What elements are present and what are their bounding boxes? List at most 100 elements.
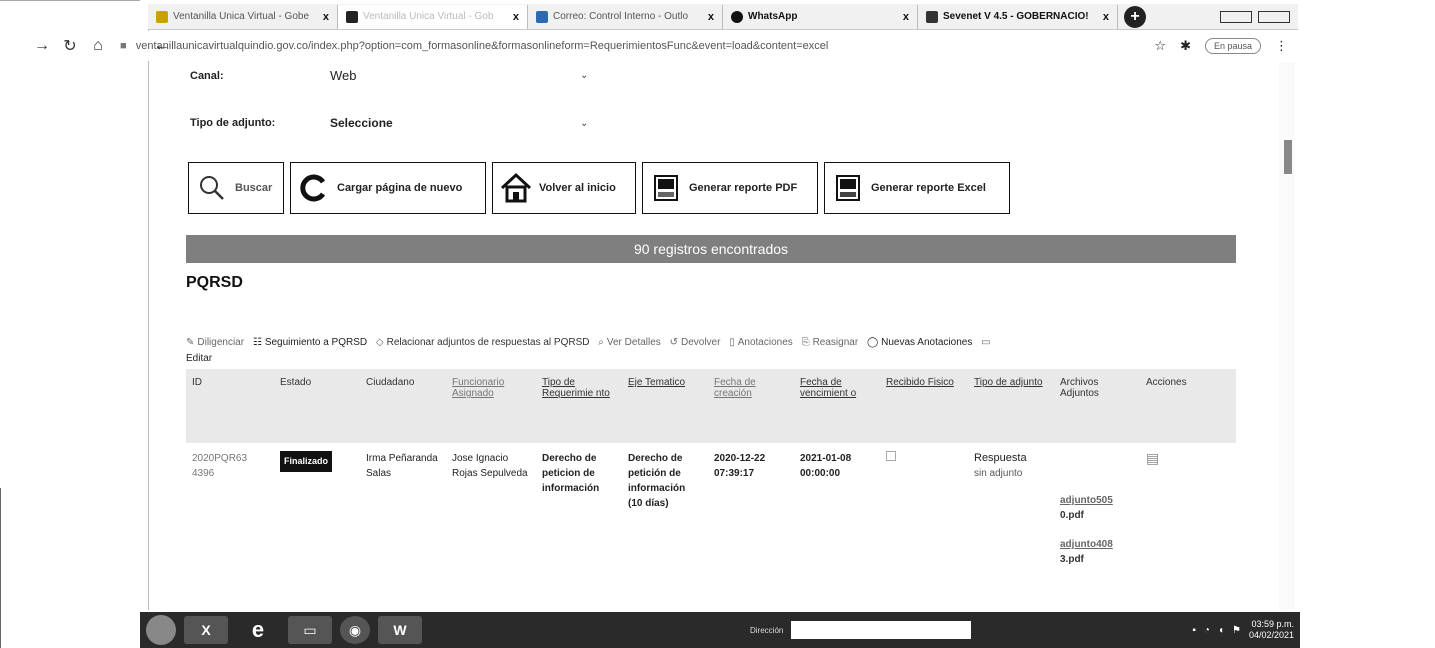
tool-seguimiento[interactable]: ☷ Seguimiento a PQRSD [253, 337, 367, 348]
attachment-link-ext[interactable]: 0.pdf [1060, 508, 1134, 523]
forward-arrow-icon[interactable]: → [28, 37, 56, 55]
tool-label: Relacionar adjuntos de respuestas al PQR… [386, 337, 590, 348]
sync-paused-button[interactable]: En pausa [1204, 38, 1261, 54]
col-id: ID [186, 369, 274, 443]
outlook-favicon-icon [536, 10, 548, 23]
adjunto-label: Tipo de adjunto: [190, 117, 276, 129]
tool-label: Anotaciones [737, 337, 793, 348]
col-ciudadano: Ciudadano [360, 369, 446, 443]
col-funcionario[interactable]: Funcionario Asignado [446, 369, 536, 443]
tab-title: WhatsApp [748, 11, 798, 22]
windows-taskbar: X e ▭ ◉ W Dirección ▪ ◔ ◖ ⚑ 03:59 p.m. 0… [140, 612, 1300, 648]
col-tipo-adjunto[interactable]: Tipo de adjunto [968, 369, 1054, 443]
flag-icon[interactable]: ⚑ [1232, 625, 1241, 636]
col-eje-tematico[interactable]: Eje Tematico [622, 369, 708, 443]
table-row[interactable]: 2020PQR63 4396 Finalizado Irma Peñaranda… [186, 443, 1236, 589]
tool-editar[interactable]: Editar [186, 353, 212, 364]
direccion-label: Dirección [750, 625, 784, 635]
view-document-icon[interactable]: ▤ [1146, 450, 1159, 466]
col-recibido-fisico[interactable]: Recibido Fisico [880, 369, 968, 443]
scrollbar-thumb[interactable] [1284, 140, 1292, 174]
network-icon[interactable]: ▪ [1192, 625, 1196, 636]
col-archivos-adjuntos: Archivos Adjuntos [1054, 369, 1140, 443]
col-acciones: Acciones [1140, 369, 1236, 443]
tool-diligenciar[interactable]: ✎ Diligenciar [186, 337, 244, 348]
whatsapp-favicon-icon [731, 10, 743, 23]
col-fecha-creacion[interactable]: Fecha de creación [708, 369, 794, 443]
tool-ver-detalles[interactable]: ⌕ Ver Detalles [598, 337, 661, 348]
tool-label: Ver Detalles [606, 337, 661, 348]
new-tab-button[interactable]: + [1124, 5, 1146, 28]
home-icon[interactable]: ⌂ [84, 37, 112, 55]
table-header-row: ID Estado Ciudadano Funcionario Asignado… [186, 369, 1236, 443]
browser-tab-5[interactable]: Sevenet V 4.5 - GOBERNACIO! x [918, 4, 1118, 29]
tab-title: Correo: Control Interno - Outlo [553, 11, 689, 22]
browser-tab-3[interactable]: Correo: Control Interno - Outlo x [528, 4, 723, 29]
url-text: ventanillaunicavirtualquindio.gov.co/ind… [135, 40, 829, 52]
tool-reasignar[interactable]: ⎘ Reasignar [802, 337, 859, 348]
tool-editar-icon-wrap[interactable]: ▭ [981, 337, 993, 348]
word-taskbar-icon[interactable]: W [378, 616, 422, 644]
adjunto-row: Tipo de adjunto: Seleccione ⌄ [190, 116, 588, 130]
pqrsd-table: ID Estado Ciudadano Funcionario Asignado… [186, 369, 1236, 589]
reload-icon[interactable]: ↻ [56, 36, 84, 56]
cell-acciones: ▤ [1140, 443, 1236, 589]
chevron-down-icon[interactable]: ⌄ [580, 70, 588, 81]
recibido-checkbox[interactable] [886, 451, 896, 461]
close-icon[interactable]: x [1103, 11, 1109, 23]
maximize-button[interactable] [1258, 10, 1290, 23]
attachment-link[interactable]: adjunto505 [1060, 493, 1134, 508]
attachment-link[interactable]: adjunto408 [1060, 537, 1134, 552]
browser-tab-2[interactable]: Ventanilla Única Virtual - Gob x [338, 4, 528, 29]
record-actions-toolbar: ✎ Diligenciar ☷ Seguimiento a PQRSD ◇ Relac… [186, 335, 1246, 367]
minimize-button[interactable] [1220, 10, 1252, 23]
excel-taskbar-icon[interactable]: X [184, 616, 228, 644]
folder-taskbar-icon[interactable]: ▭ [288, 616, 332, 644]
reload-icon [297, 171, 331, 205]
tool-label: Reasignar [812, 337, 859, 348]
col-tipo-requerimiento[interactable]: Tipo de Requerimie nto [536, 369, 622, 443]
reload-page-button[interactable]: Cargar página de nuevo [290, 162, 486, 214]
pdf-report-button[interactable]: Generar reporte PDF [642, 162, 818, 214]
sync-icon[interactable]: ◔ [1204, 625, 1210, 636]
tab-title: Sevenet V 4.5 - GOBERNACIO! [943, 11, 1089, 22]
address-bar[interactable]: ■ ventanillaunicavirtualquindio.gov.co/i… [120, 40, 1154, 52]
browser-tab-1[interactable]: Ventanilla Única Virtual - Gobe x [148, 4, 338, 29]
start-button[interactable] [146, 615, 176, 645]
action-buttons: Buscar Cargar página de nuevo Volver al … [188, 162, 1010, 214]
search-icon [195, 171, 229, 205]
star-icon[interactable]: ☆ [1154, 38, 1166, 54]
cell-estado: Finalizado [274, 443, 360, 589]
chrome-taskbar-icon[interactable]: ◉ [340, 616, 370, 644]
attachment-link-ext[interactable]: 3.pdf [1060, 552, 1134, 567]
chevron-down-icon[interactable]: ⌄ [580, 118, 588, 129]
buscar-button[interactable]: Buscar [188, 162, 284, 214]
return-icon: ↺ [669, 337, 678, 348]
page-content: Canal: Web ⌄ Tipo de adjunto: Seleccione… [148, 62, 1278, 610]
close-icon[interactable]: x [708, 11, 714, 23]
browser-tab-4[interactable]: WhatsApp x [723, 4, 918, 29]
close-icon[interactable]: x [323, 11, 329, 23]
col-fecha-vencimiento[interactable]: Fecha de vencimient o [794, 369, 880, 443]
close-icon[interactable]: x [903, 11, 909, 23]
back-arrow-icon[interactable]: ← [148, 37, 176, 55]
tool-nuevas-anotaciones[interactable]: ◯ Nuevas Anotaciones [867, 337, 972, 348]
clock[interactable]: 03:59 p.m. 04/02/2021 [1249, 619, 1294, 641]
excel-label: Generar reporte Excel [871, 182, 986, 194]
excel-report-button[interactable]: Generar reporte Excel [824, 162, 1010, 214]
add-note-icon: ◯ [866, 337, 879, 348]
canal-select[interactable]: Web [330, 68, 580, 83]
cell-fecha-creacion: 2020-12-22 07:39:17 [714, 453, 766, 479]
volume-icon[interactable]: ◖ [1218, 625, 1224, 636]
menu-kebab-icon[interactable]: ⋮ [1275, 38, 1288, 54]
tool-devolver[interactable]: ↺ Devolver [670, 337, 721, 348]
extensions-icon[interactable]: ✱ [1180, 38, 1191, 54]
tool-anotaciones[interactable]: ▯ Anotaciones [729, 337, 793, 348]
taskbar-address-input[interactable] [791, 621, 972, 639]
clock-date: 04/02/2021 [1248, 630, 1294, 640]
ie-taskbar-icon[interactable]: e [236, 616, 280, 644]
adjunto-select[interactable]: Seleccione [330, 116, 580, 130]
tool-relacionar[interactable]: ◇ Relacionar adjuntos de respuestas al PQ… [376, 337, 590, 348]
close-icon[interactable]: x [513, 11, 519, 23]
home-button[interactable]: Volver al inicio [492, 162, 636, 214]
